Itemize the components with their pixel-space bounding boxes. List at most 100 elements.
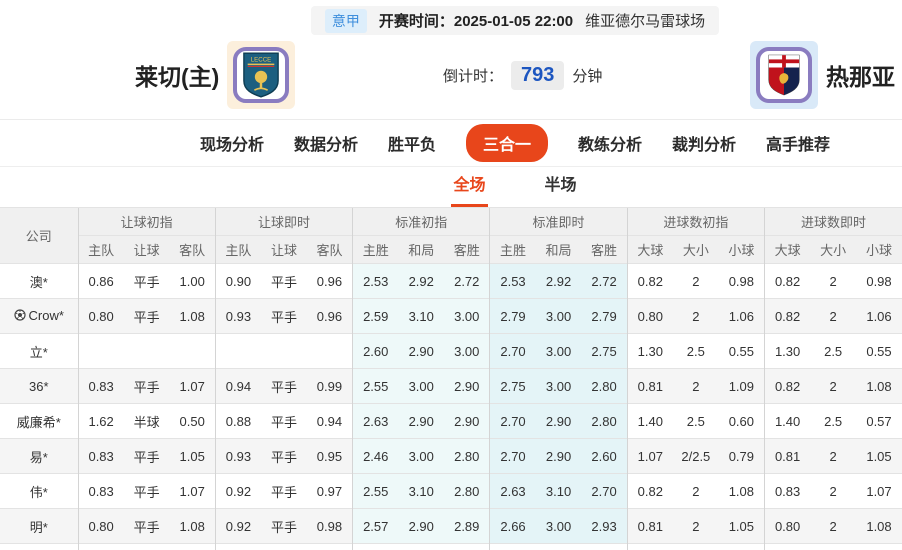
nav-tab-6[interactable]: 裁判分析	[672, 131, 736, 155]
odds-cell	[77, 333, 124, 369]
company-name: Crow*	[0, 298, 78, 334]
sub-header: 大球	[763, 235, 811, 264]
sub-header: 客队	[169, 235, 216, 264]
nav-tab-5[interactable]: 教练分析	[578, 131, 642, 155]
odds-cell: 2.5	[810, 403, 857, 439]
countdown-unit: 分钟	[572, 67, 603, 85]
subtab-2[interactable]: 半场	[543, 163, 579, 207]
odds-row: 威廉希* 1.62 半球 0.50 0.88 平手 0.94 2.63 2.90 2.90 2.70…	[0, 403, 902, 439]
sub-header: 主胜	[352, 235, 399, 264]
partial-cell	[214, 543, 262, 550]
odds-cell: 0.94	[306, 403, 353, 439]
odds-cell: 0.83	[77, 438, 124, 474]
odds-cell: 3.00	[535, 298, 582, 334]
odds-cell: 2.70	[489, 403, 536, 439]
odds-cell: 0.82	[763, 368, 811, 404]
partial-cell	[352, 543, 399, 550]
partial-cell	[535, 543, 582, 550]
odds-cell: 1.05	[718, 508, 765, 544]
odds-cell: 0.83	[77, 368, 124, 404]
nav-tab-3[interactable]: 胜平负	[388, 131, 436, 155]
odds-cell: 1.08	[856, 368, 902, 404]
odds-cell: 2.70	[581, 473, 628, 509]
odds-cell: 2.90	[398, 333, 445, 369]
odds-table: 公司 让球初指 让球即时 标准初指 标准即时 进球数初指 进球数即时 主队 让球 客队 主队 让球 客队…	[0, 207, 902, 550]
odds-cell: 2.90	[444, 403, 490, 439]
odds-cell: 2.90	[398, 403, 445, 439]
partial-cell	[444, 543, 490, 550]
company-name: 36*	[0, 368, 78, 404]
partial-cell	[626, 543, 673, 550]
sub-header: 主胜	[489, 235, 536, 264]
odds-cell: 2.60	[352, 333, 399, 369]
company-name: 澳*	[0, 263, 78, 299]
odds-cell: 2.80	[444, 473, 490, 509]
odds-cell: 2.57	[352, 508, 399, 544]
partial-cell	[581, 543, 628, 550]
nav-tab-7[interactable]: 高手推荐	[766, 131, 830, 155]
partial-cell	[0, 543, 78, 550]
odds-cell: 2.59	[352, 298, 399, 334]
odds-cell: 3.00	[398, 438, 445, 474]
group-header-5: 进球数初指	[626, 207, 765, 236]
odds-cell: 2.53	[489, 263, 536, 299]
odds-cell: 0.94	[214, 368, 262, 404]
odds-cell: 2	[672, 263, 719, 299]
odds-cell	[214, 333, 262, 369]
nav-tab-2[interactable]: 数据分析	[294, 131, 358, 155]
odds-cell: 3.00	[444, 333, 490, 369]
odds-cell: 0.96	[306, 263, 353, 299]
odds-cell: 3.10	[398, 298, 445, 334]
odds-cell: 0.50	[169, 403, 216, 439]
odds-cell: 0.82	[626, 473, 673, 509]
odds-cell: 1.40	[626, 403, 673, 439]
odds-cell: 2.55	[352, 473, 399, 509]
odds-cell: 平手	[123, 438, 170, 474]
odds-cell: 0.93	[214, 438, 262, 474]
odds-cell: 0.83	[763, 473, 811, 509]
kickoff-time: 开赛时间：2025-01-05 22:00	[378, 13, 574, 30]
partial-cell	[489, 543, 536, 550]
odds-cell: 0.57	[856, 403, 902, 439]
partial-cell	[718, 543, 765, 550]
home-team-name: 莱切(主)	[135, 64, 220, 90]
odds-cell: 2.70	[489, 438, 536, 474]
odds-cell: 0.83	[77, 473, 124, 509]
odds-cell: 半球	[123, 403, 170, 439]
odds-cell: 0.95	[306, 438, 353, 474]
sub-header: 客胜	[581, 235, 628, 264]
odds-cell: 1.00	[169, 263, 216, 299]
odds-cell: 2	[810, 263, 857, 299]
odds-row: 易* 0.83 平手 1.05 0.93 平手 0.95 2.46 3.00 2.80 2.70 2.…	[0, 438, 902, 474]
odds-cell: 1.06	[856, 298, 902, 334]
odds-cell: 2.60	[581, 438, 628, 474]
sub-header: 和局	[535, 235, 582, 264]
away-team-logo	[750, 41, 818, 109]
nav-tab-4[interactable]: 三合一	[465, 124, 548, 162]
odds-cell: 2.75	[489, 368, 536, 404]
venue-name: 维亚德尔马雷球场	[585, 13, 706, 30]
odds-cell: 1.08	[856, 508, 902, 544]
odds-row: 伟* 0.83 平手 1.07 0.92 平手 0.97 2.55 3.10 2.80 2.63 3.…	[0, 473, 902, 509]
odds-cell: 平手	[261, 298, 307, 334]
odds-cell: 1.40	[763, 403, 811, 439]
odds-cell: 0.80	[77, 508, 124, 544]
odds-cell: 平手	[123, 298, 170, 334]
odds-cell: 2.63	[489, 473, 536, 509]
league-badge: 意甲	[324, 8, 367, 33]
countdown: 倒计时： 793 分钟	[443, 60, 603, 90]
odds-cell: 平手	[261, 508, 307, 544]
partial-cell	[261, 543, 307, 550]
odds-cell	[169, 333, 216, 369]
odds-cell: 1.62	[77, 403, 124, 439]
odds-cell: 1.05	[169, 438, 216, 474]
odds-cell: 0.60	[718, 403, 765, 439]
subtab-1[interactable]: 全场	[451, 163, 488, 207]
partial-cell	[169, 543, 216, 550]
teams-row: 莱切(主) LECCE 倒计时： 793 分钟 热那亚	[135, 41, 895, 109]
odds-cell: 0.99	[306, 368, 353, 404]
odds-cell: 1.07	[169, 473, 216, 509]
odds-cell: 1.05	[856, 438, 902, 474]
nav-tab-1[interactable]: 现场分析	[200, 131, 264, 155]
soccer-ball-icon	[13, 309, 26, 324]
